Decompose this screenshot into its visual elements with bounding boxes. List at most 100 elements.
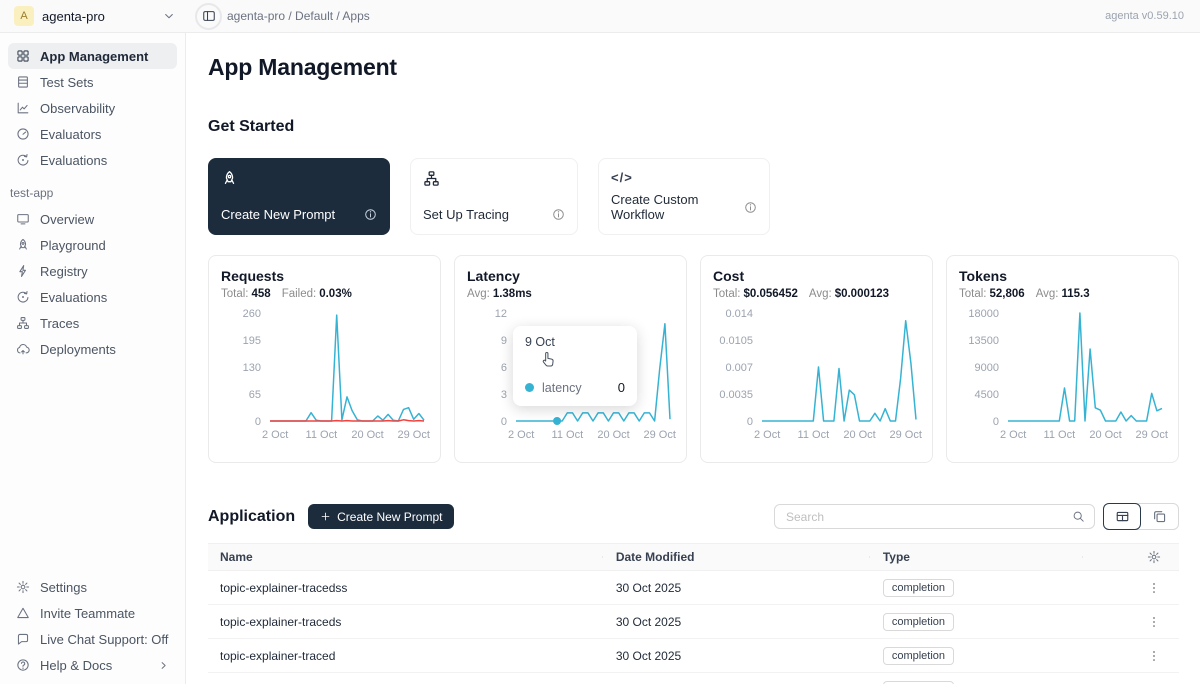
rocket-icon <box>16 238 30 252</box>
app-name: topic-explainer-traced <box>208 649 616 663</box>
refresh-icon <box>16 153 30 167</box>
app-version: agenta v0.59.10 <box>1105 10 1200 22</box>
app-date-modified: 30 Oct 2025 <box>616 615 883 629</box>
line-chart: 00.00350.0070.01050.0142 Oct11 Oct20 Oct… <box>713 303 922 449</box>
latency-chart-card: 9 Oct latency 0 Latency Avg:1.38ms036912… <box>454 255 687 463</box>
tokens-chart-card: Tokens Total:52,806Avg:115.3045009000135… <box>946 255 1179 463</box>
breadcrumb: agenta-pro / Default / Apps <box>227 9 370 23</box>
kebab-icon <box>1147 581 1161 595</box>
search-input[interactable] <box>784 509 1072 525</box>
tooltip-series-name: latency <box>542 381 582 395</box>
table-view-button[interactable] <box>1103 503 1141 530</box>
table-row[interactable]: topic-explainer-tracedss 30 Oct 2025 com… <box>208 571 1179 605</box>
workspace-selector[interactable]: A agenta-pro <box>0 6 186 26</box>
code-icon: </> <box>611 170 633 185</box>
svg-text:0.007: 0.007 <box>725 362 753 374</box>
sidebar-item-settings[interactable]: Settings <box>8 574 177 600</box>
info-icon[interactable] <box>552 208 565 221</box>
svg-text:6: 6 <box>501 362 507 374</box>
sidebar-item-observability[interactable]: Observability <box>8 95 177 121</box>
cloud-icon <box>16 342 30 356</box>
svg-text:2 Oct: 2 Oct <box>754 429 780 441</box>
get-started-title: Get Started <box>208 118 1179 136</box>
sidebar-footer-nav: SettingsInvite TeammateLive Chat Support… <box>8 574 177 678</box>
get-started-card-create-custom-workflow[interactable]: </> Create Custom Workflow <box>598 158 770 235</box>
application-header: Application Create New Prompt <box>208 503 1179 530</box>
svg-text:11 Oct: 11 Oct <box>306 429 338 441</box>
info-icon[interactable] <box>744 201 757 214</box>
stats-chart-cards: Requests Total:458Failed:0.03%0651301952… <box>208 255 1179 463</box>
svg-text:195: 195 <box>243 335 261 347</box>
apps-table-header: Name Date Modified Type <box>208 543 1179 571</box>
svg-text:0: 0 <box>993 416 999 428</box>
table-row[interactable]: career-assessment 27 Oct 2025 completion <box>208 673 1179 684</box>
app-type-badge: completion <box>883 613 954 631</box>
info-icon[interactable] <box>364 208 377 221</box>
app-name: topic-explainer-traceds <box>208 615 616 629</box>
svg-text:18000: 18000 <box>968 308 999 320</box>
sidebar-item-app-management[interactable]: App Management <box>8 43 177 69</box>
svg-text:260: 260 <box>243 308 261 320</box>
sidebar-main-nav: App ManagementTest SetsObservabilityEval… <box>8 43 177 173</box>
sidebar-item-evaluators[interactable]: Evaluators <box>8 121 177 147</box>
svg-text:65: 65 <box>249 389 261 401</box>
chat-icon <box>16 632 30 646</box>
kebab-icon <box>1147 649 1161 663</box>
get-started-card-create-new-prompt[interactable]: Create New Prompt <box>208 158 390 235</box>
svg-text:11 Oct: 11 Oct <box>798 429 830 441</box>
svg-text:29 Oct: 29 Oct <box>1136 429 1168 441</box>
search-box <box>774 504 1095 529</box>
sidebar-item-test-sets[interactable]: Test Sets <box>8 69 177 95</box>
tooltip-series-row: latency 0 <box>525 380 625 395</box>
chart-stats: Total:$0.056452Avg:$0.000123 <box>713 288 920 300</box>
svg-text:29 Oct: 29 Oct <box>890 429 922 441</box>
svg-text:29 Oct: 29 Oct <box>398 429 430 441</box>
line-chart: 0651301952602 Oct11 Oct20 Oct29 Oct <box>221 303 430 449</box>
header-date: Date Modified <box>616 550 883 564</box>
app-type-badge: completion <box>883 647 954 665</box>
tooltip-date: 9 Oct <box>525 335 625 349</box>
search-icon <box>1072 510 1085 523</box>
sidebar-item-help-docs[interactable]: Help & Docs <box>8 652 177 678</box>
sidebar-item-deployments[interactable]: Deployments <box>8 336 177 362</box>
page-title: App Management <box>208 54 1179 81</box>
svg-text:4500: 4500 <box>975 389 999 401</box>
svg-text:11 Oct: 11 Oct <box>552 429 584 441</box>
sidebar-app-nav: OverviewPlaygroundRegistryEvaluationsTra… <box>8 206 177 362</box>
refresh-icon <box>16 290 30 304</box>
svg-text:9: 9 <box>501 335 507 347</box>
svg-text:0.0035: 0.0035 <box>719 389 753 401</box>
table-row[interactable]: topic-explainer-traceds 30 Oct 2025 comp… <box>208 605 1179 639</box>
header-type: Type <box>883 550 1097 564</box>
grid-icon <box>16 49 30 63</box>
create-new-prompt-button[interactable]: Create New Prompt <box>308 504 454 529</box>
chevron-right-icon <box>158 660 169 671</box>
svg-text:130: 130 <box>243 362 261 374</box>
sidebar-item-traces[interactable]: Traces <box>8 310 177 336</box>
sidebar-item-live-chat-support-off[interactable]: Live Chat Support: Off <box>8 626 177 652</box>
series-dot <box>525 383 534 392</box>
app-date-modified: 30 Oct 2025 <box>616 581 883 595</box>
row-menu-button[interactable] <box>1147 649 1161 663</box>
svg-text:13500: 13500 <box>968 335 999 347</box>
sidebar-app-section-label: test-app <box>10 186 175 200</box>
svg-text:0: 0 <box>501 416 507 428</box>
sidebar-item-evaluations[interactable]: Evaluations <box>8 147 177 173</box>
svg-text:2 Oct: 2 Oct <box>1000 429 1026 441</box>
sidebar-item-registry[interactable]: Registry <box>8 258 177 284</box>
row-menu-button[interactable] <box>1147 581 1161 595</box>
sidebar-toggle-button[interactable] <box>195 3 222 30</box>
svg-text:20 Oct: 20 Oct <box>1089 429 1121 441</box>
panel-icon <box>202 9 216 23</box>
row-menu-button[interactable] <box>1147 615 1161 629</box>
sidebar-item-overview[interactable]: Overview <box>8 206 177 232</box>
tableview-icon <box>1115 509 1130 524</box>
get-started-card-set-up-tracing[interactable]: Set Up Tracing <box>410 158 578 235</box>
sidebar-item-invite-teammate[interactable]: Invite Teammate <box>8 600 177 626</box>
sidebar-item-playground[interactable]: Playground <box>8 232 177 258</box>
sidebar-item-evaluations[interactable]: Evaluations <box>8 284 177 310</box>
get-started-cards: Create New Prompt Set Up Tracing </> Cre… <box>208 158 1179 235</box>
card-view-button[interactable] <box>1140 504 1178 529</box>
table-row[interactable]: topic-explainer-traced 30 Oct 2025 compl… <box>208 639 1179 673</box>
table-settings-button[interactable] <box>1147 550 1161 564</box>
